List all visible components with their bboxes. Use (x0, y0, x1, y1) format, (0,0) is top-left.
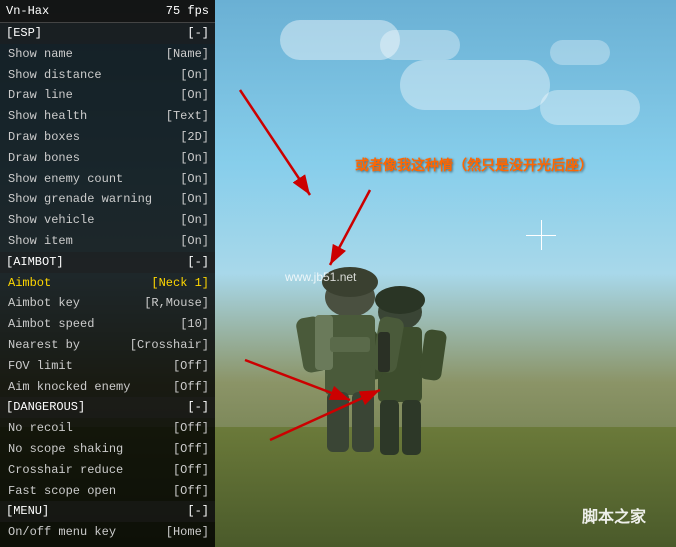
label-no-scope-shaking: No scope shaking (8, 441, 123, 458)
row-draw-bones[interactable]: Draw bones [On] (0, 148, 215, 169)
label-draw-bones: Draw bones (8, 150, 80, 167)
value-show-distance: [On] (180, 67, 209, 84)
value-aimbot-speed: [10] (180, 316, 209, 333)
watermark-bottom: 脚本之家 (582, 503, 646, 527)
value-draw-bones: [On] (180, 150, 209, 167)
row-aim-knocked-enemy[interactable]: Aim knocked enemy [Off] (0, 377, 215, 398)
section-aimbot-value: [-] (187, 254, 209, 271)
label-nearest-by: Nearest by (8, 337, 80, 354)
value-aimbot-key: [R,Mouse] (144, 295, 209, 312)
row-draw-boxes[interactable]: Draw boxes [2D] (0, 127, 215, 148)
row-aimbot-key[interactable]: Aimbot key [R,Mouse] (0, 293, 215, 314)
value-crosshair-reduce: [Off] (173, 462, 209, 479)
crosshair (526, 220, 556, 250)
label-show-health: Show health (8, 108, 87, 125)
row-show-name[interactable]: Show name [Name] (0, 44, 215, 65)
label-crosshair-reduce: Crosshair reduce (8, 462, 123, 479)
row-show-vehicle[interactable]: Show vehicle [On] (0, 210, 215, 231)
row-show-grenade-warning[interactable]: Show grenade warning [On] (0, 189, 215, 210)
label-show-name: Show name (8, 46, 73, 63)
value-no-recoil: [Off] (173, 420, 209, 437)
menu-panel: Vn-Hax 75 fps [ESP] [-] Show name [Name]… (0, 0, 215, 547)
label-aimbot: Aimbot (8, 275, 51, 292)
row-show-distance[interactable]: Show distance [On] (0, 65, 215, 86)
row-show-enemy-count[interactable]: Show enemy count [On] (0, 169, 215, 190)
section-aimbot-header: [AIMBOT] [-] (0, 252, 215, 273)
value-aimbot: [Neck 1] (151, 275, 209, 292)
value-draw-boxes: [2D] (180, 129, 209, 146)
section-dangerous-label: [DANGEROUS] (6, 399, 85, 416)
cloud-4 (540, 90, 640, 125)
label-fast-scope-open: Fast scope open (8, 483, 116, 500)
label-draw-boxes: Draw boxes (8, 129, 80, 146)
watermark-top: www.jb51.net (285, 270, 356, 284)
section-esp-value: [-] (187, 25, 209, 42)
label-draw-line: Draw line (8, 87, 73, 104)
section-esp-header: [ESP] [-] (0, 23, 215, 44)
label-onoff-menu-key: On/off menu key (8, 524, 116, 541)
row-nearest-by[interactable]: Nearest by [Crosshair] (0, 335, 215, 356)
row-crosshair-reduce[interactable]: Crosshair reduce [Off] (0, 460, 215, 481)
value-fast-scope-open: [Off] (173, 483, 209, 500)
cloud-3 (400, 60, 550, 110)
value-onoff-menu-key: [Home] (166, 524, 209, 541)
section-dangerous-value: [-] (187, 399, 209, 416)
value-no-scope-shaking: [Off] (173, 441, 209, 458)
value-show-name: [Name] (166, 46, 209, 63)
crosshair-vertical (541, 220, 542, 250)
row-onoff-menu-key[interactable]: On/off menu key [Home] (0, 522, 215, 543)
label-aim-knocked-enemy: Aim knocked enemy (8, 379, 130, 396)
label-fov-limit: FOV limit (8, 358, 73, 375)
row-no-scope-shaking[interactable]: No scope shaking [Off] (0, 439, 215, 460)
section-dangerous-header: [DANGEROUS] [-] (0, 397, 215, 418)
label-no-recoil: No recoil (8, 420, 73, 437)
value-show-health: [Text] (166, 108, 209, 125)
section-aimbot-label: [AIMBOT] (6, 254, 64, 271)
label-aimbot-key: Aimbot key (8, 295, 80, 312)
section-menu-value: [-] (187, 503, 209, 520)
cloud-2 (380, 30, 460, 60)
row-draw-line[interactable]: Draw line [On] (0, 85, 215, 106)
value-show-item: [On] (180, 233, 209, 250)
value-nearest-by: [Crosshair] (130, 337, 209, 354)
row-aimbot[interactable]: Aimbot [Neck 1] (0, 273, 215, 294)
value-show-grenade-warning: [On] (180, 191, 209, 208)
label-show-vehicle: Show vehicle (8, 212, 94, 229)
row-fov-limit[interactable]: FOV limit [Off] (0, 356, 215, 377)
section-menu-label: [MENU] (6, 503, 49, 520)
section-esp-label: [ESP] (6, 25, 42, 42)
value-show-enemy-count: [On] (180, 171, 209, 188)
row-show-health[interactable]: Show health [Text] (0, 106, 215, 127)
menu-header: Vn-Hax 75 fps (0, 0, 215, 23)
row-fast-scope-open[interactable]: Fast scope open [Off] (0, 481, 215, 502)
cloud-5 (550, 40, 610, 65)
row-fix-cpu-usage[interactable]: Fix CPU usage [Off] (0, 543, 215, 547)
label-show-enemy-count: Show enemy count (8, 171, 123, 188)
chinese-overlay-text: 或者像我这种情（然只是没开光后座） (355, 155, 593, 175)
row-show-item[interactable]: Show item [On] (0, 231, 215, 252)
label-aimbot-speed: Aimbot speed (8, 316, 94, 333)
label-show-distance: Show distance (8, 67, 102, 84)
row-no-recoil[interactable]: No recoil [Off] (0, 418, 215, 439)
value-draw-line: [On] (180, 87, 209, 104)
menu-fps: 75 fps (166, 4, 209, 18)
value-fov-limit: [Off] (173, 358, 209, 375)
menu-title: Vn-Hax (6, 4, 49, 18)
value-aim-knocked-enemy: [Off] (173, 379, 209, 396)
label-show-item: Show item (8, 233, 73, 250)
row-aimbot-speed[interactable]: Aimbot speed [10] (0, 314, 215, 335)
value-show-vehicle: [On] (180, 212, 209, 229)
section-menu-header: [MENU] [-] (0, 501, 215, 522)
label-show-grenade-warning: Show grenade warning (8, 191, 152, 208)
